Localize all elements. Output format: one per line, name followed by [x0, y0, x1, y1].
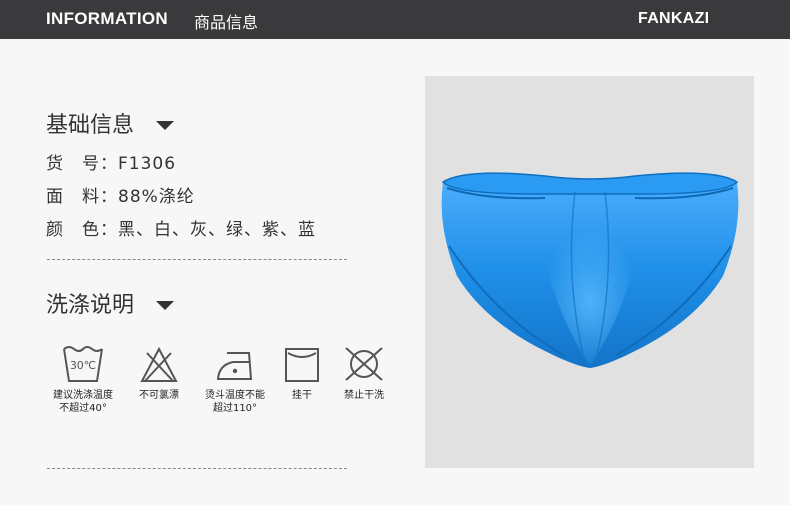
care-item-wash: 30℃ 建议洗涤温度 不超过40° — [52, 343, 114, 415]
care-label-wash-line2: 不超过40° — [59, 403, 107, 414]
sku-value: F1306 — [118, 154, 177, 174]
no-bleach-icon — [140, 346, 178, 382]
wash-caret-icon[interactable] — [156, 301, 174, 310]
briefs-image — [441, 172, 739, 368]
wash-tub-icon: 30℃ — [63, 346, 103, 382]
basic-info-caret-icon[interactable] — [156, 121, 174, 130]
care-label-iron-line1: 烫斗温度不能 — [205, 390, 265, 401]
care-label-hang-dry: 挂干 — [292, 390, 312, 401]
color-row: 颜 色：黑、白、灰、绿、紫、蓝 — [46, 215, 316, 240]
color-value: 黑、白、灰、绿、紫、蓝 — [118, 220, 316, 240]
divider — [47, 259, 347, 260]
top-bar: INFORMATION 商品信息 FANKAZI — [0, 0, 790, 39]
care-item-no-dry-clean: 禁止干洗 — [333, 343, 395, 402]
fabric-label: 面 料： — [46, 187, 118, 207]
fabric-value: 88%涤纶 — [118, 187, 195, 207]
information-label: INFORMATION — [46, 9, 168, 28]
care-label-iron: 烫斗温度不能 超过110° — [204, 389, 266, 415]
information-cn-label: 商品信息 — [194, 13, 259, 32]
product-photo — [425, 76, 754, 468]
no-tumble-dry-icon — [345, 347, 383, 381]
brand-name: FANKAZI — [638, 10, 710, 27]
color-label: 颜 色： — [46, 220, 118, 240]
hang-dry-icon — [285, 348, 319, 382]
sku-row: 货 号：F1306 — [46, 149, 176, 174]
care-label-wash: 建议洗涤温度 不超过40° — [52, 389, 114, 415]
fabric-row: 面 料：88%涤纶 — [46, 182, 195, 207]
iron-icon — [216, 352, 253, 380]
care-label-iron-line2: 超过110° — [212, 403, 258, 414]
divider — [47, 468, 347, 469]
care-item-iron: 烫斗温度不能 超过110° — [204, 343, 266, 415]
care-label-no-dry-clean: 禁止干洗 — [344, 390, 384, 401]
care-item-no-bleach: 不可氯漂 — [128, 343, 190, 402]
care-label-no-bleach: 不可氯漂 — [139, 390, 179, 401]
care-item-hang-dry: 挂干 — [271, 343, 333, 402]
basic-info-heading: 基础信息 — [46, 113, 135, 138]
care-label-wash-line1: 建议洗涤温度 — [53, 390, 113, 401]
wash-temp-text: 30℃ — [70, 359, 96, 372]
wash-heading: 洗涤说明 — [46, 293, 135, 318]
sku-label: 货 号： — [46, 154, 118, 174]
